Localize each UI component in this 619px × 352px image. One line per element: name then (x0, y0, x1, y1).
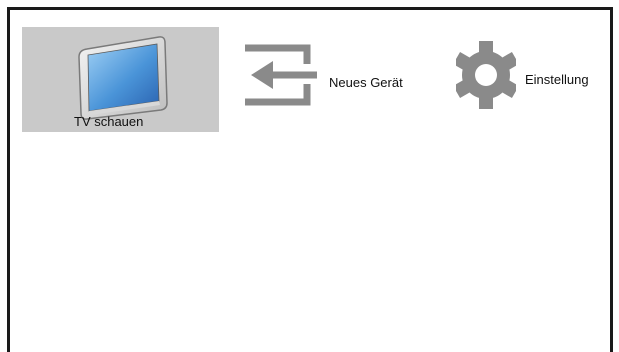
menu-item-label: TV schauen (74, 114, 144, 129)
tv-icon (78, 36, 168, 120)
gear-icon (456, 41, 516, 109)
menu-item-label: Einstellung (525, 72, 589, 87)
input-device-icon (245, 44, 317, 106)
menu-item-settings[interactable]: Einstellung (455, 35, 615, 120)
menu-item-watch-tv[interactable]: TV schauen (22, 27, 219, 132)
menu-item-new-device[interactable]: Neues Gerät (234, 40, 434, 120)
menu-item-label: Neues Gerät (329, 75, 403, 90)
